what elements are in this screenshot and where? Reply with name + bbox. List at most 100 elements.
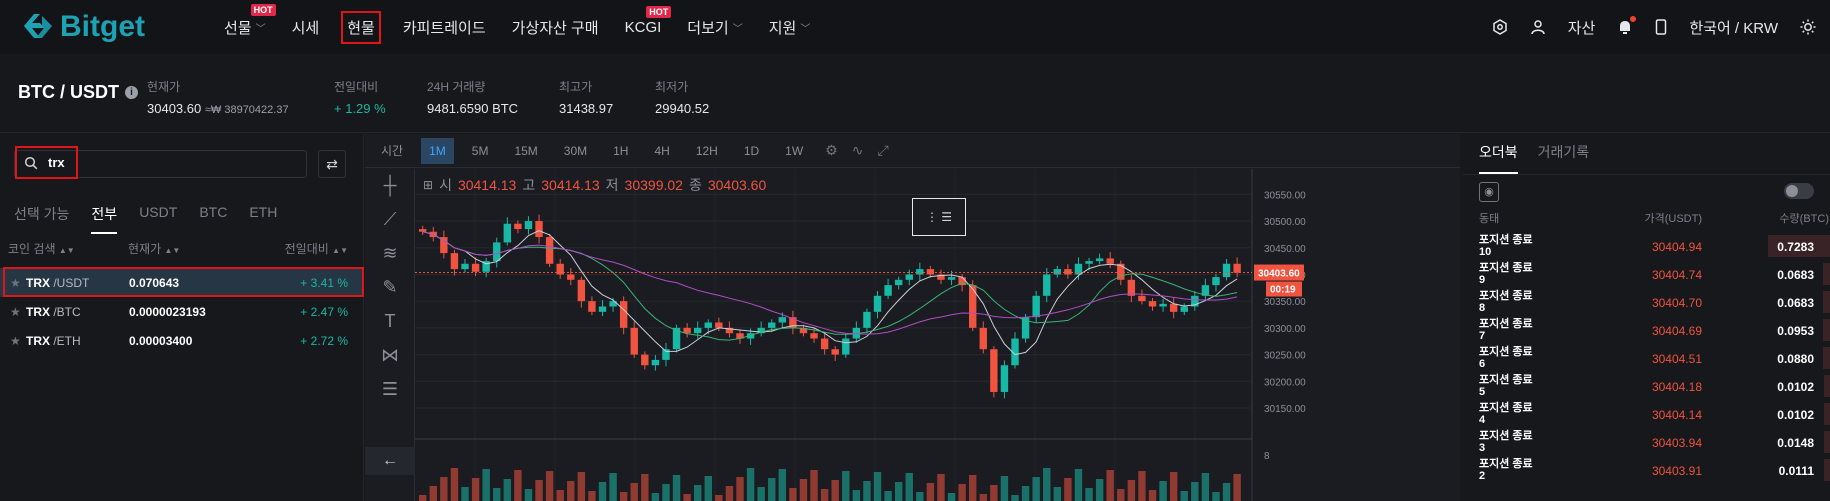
market-tab-0[interactable]: 선택 가능 bbox=[14, 204, 69, 234]
depth-bar bbox=[1824, 403, 1830, 425]
orderbook-row[interactable]: 포지션 종료 4 30404.14 0.0102 bbox=[1463, 400, 1830, 428]
interval-12H[interactable]: 12H bbox=[688, 138, 726, 164]
nav-item-3[interactable]: 카피트레이드 bbox=[401, 13, 488, 42]
orderbook-row[interactable]: 포지션 종료 10 30404.94 0.7283 bbox=[1463, 232, 1830, 260]
mobile-app-icon[interactable] bbox=[1655, 19, 1667, 35]
candle-body bbox=[926, 269, 935, 275]
interval-1W[interactable]: 1W bbox=[777, 138, 811, 164]
theme-sun-icon[interactable] bbox=[1800, 19, 1816, 35]
candle-body bbox=[535, 221, 543, 238]
drawing-toolbar: ┼ ⟋ ≋ ✎ T ⋈ ☰ ← bbox=[365, 169, 415, 501]
candle-body bbox=[810, 333, 818, 339]
layout-settings-icon[interactable]: ⋮ ☰ bbox=[912, 198, 966, 236]
candle-body bbox=[947, 277, 956, 280]
interval-1D[interactable]: 1D bbox=[736, 138, 767, 164]
volume-bar bbox=[662, 484, 670, 501]
orderbook-toggle[interactable] bbox=[1784, 183, 1814, 199]
language-selector[interactable]: 한국어 / KRW bbox=[1689, 17, 1778, 38]
interval-15M[interactable]: 15M bbox=[506, 138, 545, 164]
coin-quote: /ETH bbox=[53, 333, 81, 348]
volume-bar bbox=[598, 482, 607, 501]
orderbook-tab-1[interactable]: 거래기록 bbox=[1538, 142, 1590, 174]
brush-icon[interactable]: ✎ bbox=[379, 277, 401, 298]
nav-item-1[interactable]: 시세 bbox=[290, 13, 322, 42]
stat-change: 전일대비 + 1.29 % bbox=[334, 78, 386, 116]
candle-body bbox=[577, 279, 586, 302]
market-tab-4[interactable]: ETH bbox=[249, 204, 277, 234]
low-price: 29940.52 bbox=[655, 101, 710, 116]
row-qty: 0.0683 bbox=[1777, 268, 1814, 282]
volume-bar bbox=[1021, 486, 1030, 501]
candle-body bbox=[694, 327, 702, 334]
market-row[interactable]: ★ TRX /BTC 0.0000023193 + 2.47 % bbox=[0, 297, 364, 326]
interval-1H[interactable]: 1H bbox=[605, 138, 636, 164]
fullscreen-icon[interactable]: ⤢ bbox=[877, 142, 888, 159]
market-tab-3[interactable]: BTC bbox=[199, 204, 227, 234]
fibonacci-icon[interactable]: ☰ bbox=[379, 379, 401, 400]
candle-body bbox=[1053, 269, 1062, 275]
orderbook-row[interactable]: 포지션 종료 9 30404.74 0.0683 bbox=[1463, 260, 1830, 288]
swap-arrows-icon[interactable]: ⇄ bbox=[318, 150, 346, 178]
col-price[interactable]: 현재가 ▲▼ bbox=[128, 240, 180, 257]
nav-item-4[interactable]: 가상자산 구매 bbox=[510, 13, 601, 42]
candle-body bbox=[1138, 295, 1146, 302]
chart-settings-gear-icon[interactable]: ⚙ bbox=[825, 142, 838, 159]
notification-bell-icon[interactable] bbox=[1617, 16, 1637, 35]
market-tab-1[interactable]: 전부 bbox=[91, 204, 118, 234]
col-coin[interactable]: 코인 검색 ▲▼ bbox=[8, 240, 75, 257]
depth-bar bbox=[1824, 431, 1830, 453]
volume-bar bbox=[1000, 476, 1009, 501]
interval-1M[interactable]: 1M bbox=[421, 137, 454, 164]
stat-label: 최저가 bbox=[655, 80, 689, 94]
volume-bar bbox=[1095, 479, 1104, 501]
depth-mode-icon[interactable]: ◉ bbox=[1479, 182, 1499, 202]
trading-pair[interactable]: BTC / USDT i bbox=[18, 82, 138, 103]
multiline-icon[interactable]: ≋ bbox=[379, 243, 401, 264]
nav-item-5[interactable]: KCGI HOT bbox=[623, 5, 672, 40]
interval-30M[interactable]: 30M bbox=[556, 138, 595, 164]
interval-5M[interactable]: 5M bbox=[464, 138, 497, 164]
orderbook-row[interactable]: 포지션 종료 3 30403.94 0.0148 bbox=[1463, 428, 1830, 456]
col-change[interactable]: 전일대비 ▲▼ bbox=[285, 240, 348, 257]
coin-base: TRX bbox=[26, 304, 54, 319]
volume-bar bbox=[1043, 468, 1051, 501]
nav-item-0[interactable]: 선물 ﹀ HOT bbox=[222, 3, 276, 42]
orderbook-row[interactable]: 포지션 종료 5 30404.18 0.0102 bbox=[1463, 372, 1830, 400]
nav-item-2[interactable]: 현물 bbox=[341, 10, 381, 44]
orderbook-row[interactable]: 포지션 종료 2 30403.91 0.0111 bbox=[1463, 456, 1830, 484]
candle-body bbox=[831, 349, 839, 355]
orderbook-row[interactable]: 포지션 종료 6 30404.51 0.0880 bbox=[1463, 344, 1830, 372]
chart-toolbar: 시간 1M 5M 15M 30M 1H 4H 12H 1D 1W ⚙ ∿ ⤢ bbox=[365, 134, 1460, 168]
nav-item-6[interactable]: 더보기 ﹀ bbox=[685, 13, 744, 42]
user-icon[interactable] bbox=[1530, 19, 1546, 35]
bitget-logo[interactable]: Bitget bbox=[20, 10, 145, 44]
trendline-icon[interactable]: ⟋ bbox=[379, 209, 401, 230]
status-text: 포지션 종료 bbox=[1479, 430, 1533, 442]
col-status: 동태 bbox=[1479, 213, 1500, 225]
market-tab-2[interactable]: USDT bbox=[139, 204, 177, 234]
volume-bar bbox=[1106, 470, 1114, 501]
nav-item-7[interactable]: 지원 ﹀ bbox=[767, 13, 813, 42]
favorite-star-icon[interactable]: ★ bbox=[10, 334, 21, 348]
interval-4H[interactable]: 4H bbox=[646, 138, 677, 164]
orderbook-tab-0[interactable]: 오더북 bbox=[1479, 142, 1518, 174]
open-label: 시 bbox=[439, 177, 452, 193]
orderbook-row[interactable]: 포지션 종료 8 30404.70 0.0683 bbox=[1463, 288, 1830, 316]
market-row[interactable]: ★ TRX /ETH 0.00003400 + 2.72 % bbox=[0, 326, 364, 355]
volume-bar bbox=[493, 488, 501, 501]
search-highlight[interactable]: trx bbox=[15, 146, 78, 179]
indicator-icon[interactable]: ∿ bbox=[852, 142, 864, 159]
candle-body bbox=[641, 354, 649, 366]
orderbook-row[interactable]: 포지션 종료 7 30404.69 0.0953 bbox=[1463, 316, 1830, 344]
volume-bar bbox=[619, 492, 628, 501]
favorite-star-icon[interactable]: ★ bbox=[10, 305, 21, 319]
legend-toggle-icon[interactable]: ⊞ bbox=[423, 178, 433, 192]
settings-hex-icon[interactable] bbox=[1492, 19, 1508, 35]
pattern-icon[interactable]: ⋈ bbox=[379, 345, 401, 366]
crosshair-icon[interactable]: ┼ bbox=[379, 175, 401, 196]
assets-link[interactable]: 자산 bbox=[1568, 17, 1596, 38]
collapse-arrow-icon[interactable]: ← bbox=[365, 447, 415, 475]
hot-badge: HOT bbox=[646, 5, 672, 18]
info-icon[interactable]: i bbox=[125, 86, 138, 99]
text-tool-icon[interactable]: T bbox=[379, 311, 401, 332]
